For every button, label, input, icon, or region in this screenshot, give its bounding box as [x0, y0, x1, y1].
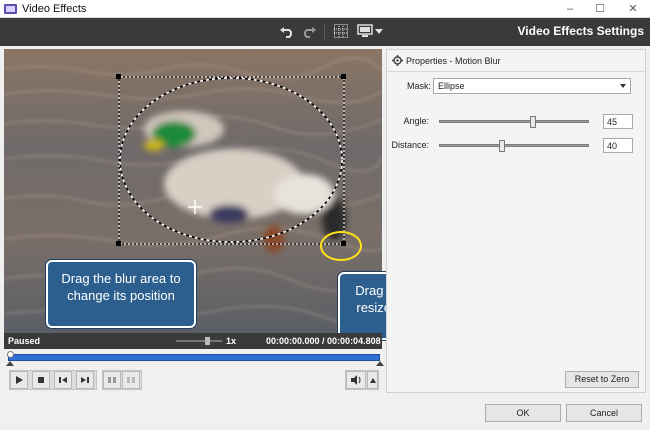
speed-value: 1x	[226, 336, 237, 346]
timeline[interactable]	[4, 349, 384, 366]
reset-to-zero-button[interactable]: Reset to Zero	[565, 371, 639, 388]
properties-header: Properties - Motion Blur	[387, 50, 645, 72]
chevron-up-icon[interactable]	[367, 371, 378, 389]
timeline-track[interactable]	[8, 354, 380, 361]
gear-icon	[392, 55, 403, 69]
split-disabled-icon[interactable]	[122, 371, 140, 389]
play-icon[interactable]	[10, 371, 28, 389]
angle-input[interactable]: 45	[603, 114, 633, 129]
video-status-bar: Paused 1x 00:00:00.000 / 00:00:04.808	[4, 333, 382, 349]
speed-slider-thumb[interactable]	[205, 337, 210, 345]
next-frame-icon[interactable]	[76, 371, 94, 389]
split-icon[interactable]	[103, 371, 121, 389]
angle-slider-thumb[interactable]	[530, 116, 536, 128]
distance-label: Distance:	[391, 140, 429, 150]
cancel-button[interactable]: Cancel	[566, 404, 642, 422]
chevron-down-icon	[620, 84, 626, 88]
toolbar-divider	[324, 24, 325, 40]
undo-icon[interactable]	[276, 22, 298, 42]
settings-title: Video Effects Settings	[517, 24, 644, 38]
playback-status: Paused	[8, 336, 41, 346]
window-title: Video Effects	[22, 3, 87, 15]
title-bar: Video Effects – ☐ ✕	[0, 0, 650, 18]
distance-slider[interactable]	[439, 140, 589, 152]
timeline-end-marker[interactable]	[376, 361, 384, 366]
speed-slider[interactable]	[176, 340, 222, 342]
playhead-handle[interactable]	[7, 351, 14, 358]
angle-slider[interactable]	[439, 116, 589, 128]
close-button[interactable]: ✕	[618, 0, 648, 18]
properties-title: Properties - Motion Blur	[406, 56, 501, 66]
top-toolbar: Video Effects Settings	[0, 18, 650, 46]
minimize-button[interactable]: –	[555, 0, 585, 18]
distance-slider-thumb[interactable]	[499, 140, 505, 152]
callout-drag-blur-area: Drag the blur area to change its positio…	[46, 260, 196, 328]
chevron-down-icon[interactable]	[373, 22, 385, 42]
stop-icon[interactable]	[32, 371, 50, 389]
ok-button[interactable]: OK	[485, 404, 561, 422]
grid-icon[interactable]	[330, 22, 352, 42]
previous-frame-icon[interactable]	[54, 371, 72, 389]
maximize-button[interactable]: ☐	[585, 0, 615, 18]
angle-label: Angle:	[403, 116, 429, 126]
timeline-start-marker[interactable]	[6, 361, 14, 366]
film-icon	[4, 3, 17, 15]
time-readout: 00:00:00.000 / 00:00:04.808	[266, 336, 381, 346]
properties-panel: Properties - Motion Blur Mask: Ellipse A…	[386, 49, 646, 393]
redo-icon[interactable]	[298, 22, 320, 42]
mask-select-value: Ellipse	[438, 81, 465, 91]
volume-icon[interactable]	[346, 371, 366, 389]
mask-label: Mask:	[406, 81, 431, 91]
distance-input[interactable]: 40	[603, 138, 633, 153]
mask-select[interactable]: Ellipse	[433, 78, 631, 94]
